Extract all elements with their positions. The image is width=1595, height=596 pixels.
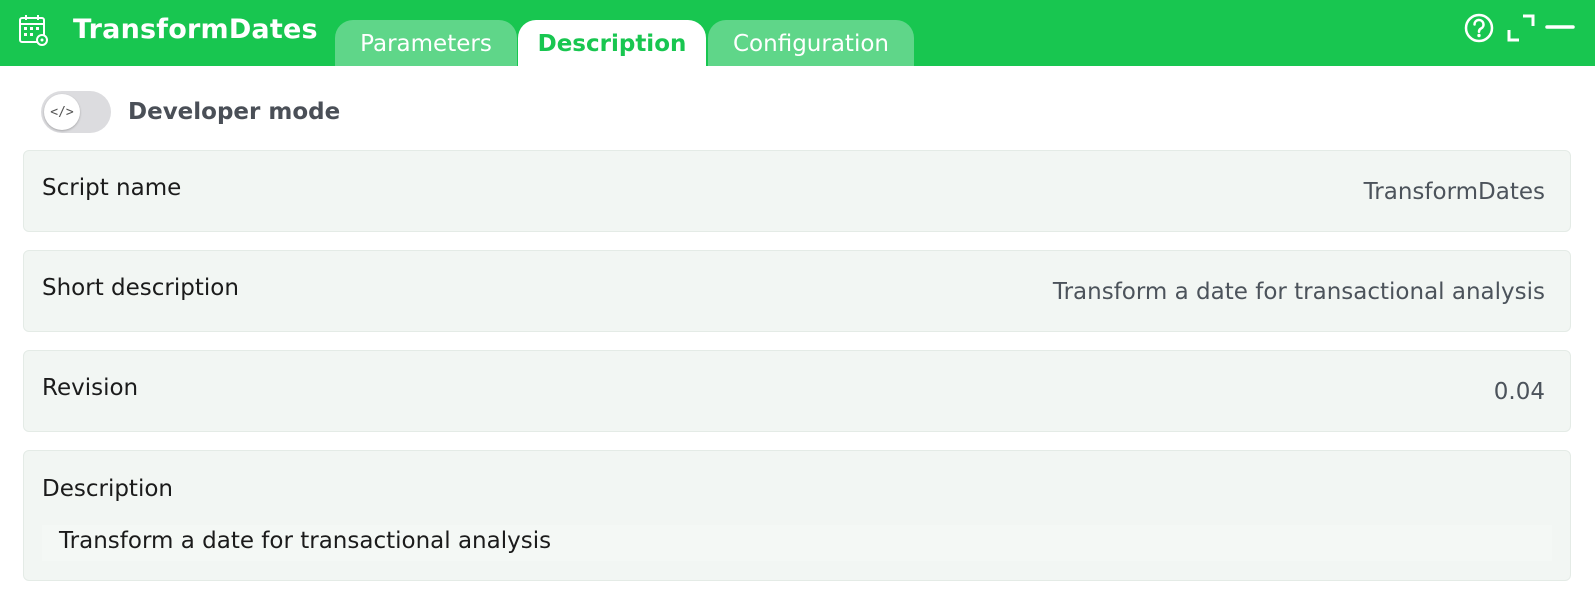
- revision-field: Revision 0.04: [23, 350, 1571, 432]
- developer-mode-row: </> Developer mode: [41, 91, 340, 133]
- revision-label: Revision: [42, 375, 139, 401]
- script-name-label: Script name: [42, 175, 182, 201]
- short-description-value: Transform a date for transactional analy…: [1052, 279, 1545, 305]
- description-label: Description: [42, 476, 173, 502]
- developer-mode-toggle[interactable]: </>: [41, 91, 111, 133]
- script-name-value: TransformDates: [1363, 179, 1545, 205]
- short-description-label: Short description: [42, 275, 239, 301]
- developer-mode-label: Developer mode: [128, 99, 341, 125]
- code-icon: </>: [44, 94, 80, 130]
- short-description-field: Short description Transform a date for t…: [23, 250, 1571, 332]
- script-name-field: Script name TransformDates: [23, 150, 1571, 232]
- expand-icon[interactable]: [1505, 12, 1537, 44]
- calendar-settings-icon: [19, 15, 48, 46]
- tab-description[interactable]: Description: [518, 20, 706, 66]
- description-text: Transform a date for transactional analy…: [42, 525, 1552, 561]
- app-title: TransformDates: [73, 14, 318, 45]
- tab-configuration[interactable]: Configuration: [708, 20, 914, 66]
- help-icon[interactable]: [1463, 12, 1495, 44]
- minimize-icon[interactable]: [1545, 12, 1577, 44]
- description-field: Description Transform a date for transac…: [23, 450, 1571, 581]
- title-bar: TransformDates Parameters Description Co…: [0, 0, 1595, 66]
- revision-value: 0.04: [1493, 379, 1545, 405]
- tab-parameters[interactable]: Parameters: [335, 20, 517, 66]
